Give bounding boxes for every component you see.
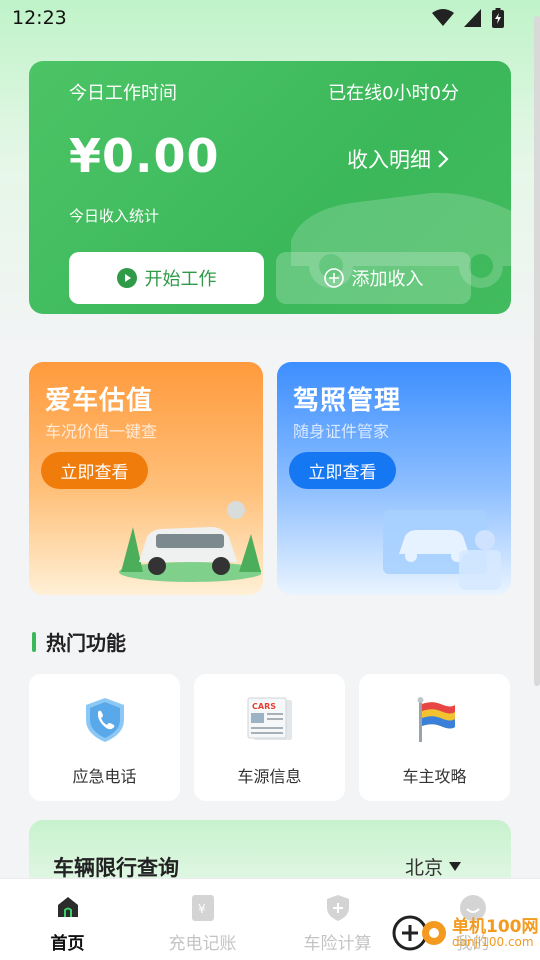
cars-newspaper-icon: CARS — [247, 697, 292, 740]
car-source-card[interactable]: CARS 车源信息 — [194, 674, 345, 801]
income-detail-label: 收入明细 — [347, 148, 431, 172]
chevron-right-icon — [438, 150, 449, 168]
add-income-button[interactable]: 添加收入 — [276, 252, 471, 304]
hot-functions-header: 热门功能 — [32, 627, 126, 656]
caret-down-icon — [449, 862, 461, 871]
city-selector[interactable]: 北京 — [405, 853, 461, 880]
license-management-card[interactable]: 驾照管理 随身证件管家 立即查看 — [277, 362, 511, 595]
car-valuation-view-button[interactable]: 立即查看 — [41, 452, 148, 489]
vehicle-restriction-title: 车辆限行查询 — [53, 856, 179, 880]
car-source-label: 车源信息 — [237, 767, 302, 786]
nav-insurance-calc-label: 车险计算 — [303, 934, 372, 954]
status-time: 12:23 — [12, 7, 67, 29]
site-watermark: 单机100网 danji100.com — [392, 913, 539, 953]
watermark-logo-icon — [392, 915, 446, 951]
flag-icon — [417, 697, 455, 742]
section-accent-bar — [32, 631, 36, 652]
income-amount: ¥0.00 — [69, 129, 220, 183]
today-work-time-label: 今日工作时间 — [69, 83, 177, 104]
license-management-subtitle: 随身证件管家 — [293, 422, 390, 441]
scrollbar[interactable] — [534, 16, 540, 686]
income-detail-link[interactable]: 收入明细 — [347, 144, 449, 174]
today-income-stat-label: 今日收入统计 — [69, 207, 160, 225]
signal-icon — [464, 9, 481, 27]
watermark-url: danji100.com — [452, 934, 534, 949]
shield-plus-icon — [326, 895, 349, 921]
license-management-view-button[interactable]: 立即查看 — [289, 452, 396, 489]
license-card-illustration-icon — [383, 510, 501, 590]
city-name: 北京 — [404, 857, 443, 879]
car-valuation-title: 爱车估值 — [45, 386, 154, 416]
car-valuation-subtitle: 车况价值一键查 — [45, 422, 158, 441]
start-work-label: 开始工作 — [144, 269, 217, 290]
plus-circle-icon — [323, 268, 344, 288]
car-illustration-icon — [119, 501, 261, 582]
nav-charging-ledger-label: 充电记账 — [168, 934, 237, 954]
status-bar: 12:23 — [0, 0, 540, 36]
emergency-call-card[interactable]: 应急电话 — [29, 674, 180, 801]
status-icons — [432, 8, 504, 28]
owner-guide-card[interactable]: 车主攻略 — [359, 674, 510, 801]
nav-charging-ledger[interactable]: ¥ 充电记账 — [135, 879, 270, 960]
battery-icon — [492, 8, 504, 28]
car-valuation-card[interactable]: 爱车估值 车况价值一键查 立即查看 — [29, 362, 263, 595]
watermark-name: 单机100网 — [452, 916, 539, 937]
svg-text:CARS: CARS — [252, 702, 276, 711]
work-card: 今日工作时间 已在线0小时0分 ¥0.00 收入明细 今日收入统计 开始工作 添… — [29, 61, 511, 314]
emergency-call-label: 应急电话 — [72, 767, 137, 786]
hot-functions-title: 热门功能 — [46, 631, 126, 655]
wifi-icon — [432, 9, 454, 26]
owner-guide-label: 车主攻略 — [402, 767, 467, 786]
home-icon — [57, 897, 78, 917]
nav-home-label: 首页 — [50, 934, 85, 954]
license-management-title: 驾照管理 — [293, 386, 402, 416]
online-duration: 已在线0小时0分 — [328, 83, 459, 104]
start-work-button[interactable]: 开始工作 — [69, 252, 264, 304]
add-income-label: 添加收入 — [351, 269, 424, 290]
ledger-icon: ¥ — [191, 895, 214, 921]
nav-home[interactable]: 首页 — [0, 879, 135, 960]
svg-text:¥: ¥ — [198, 902, 206, 916]
nav-insurance-calc[interactable]: 车险计算 — [270, 879, 405, 960]
shield-phone-icon — [85, 698, 124, 742]
play-icon — [116, 268, 137, 288]
